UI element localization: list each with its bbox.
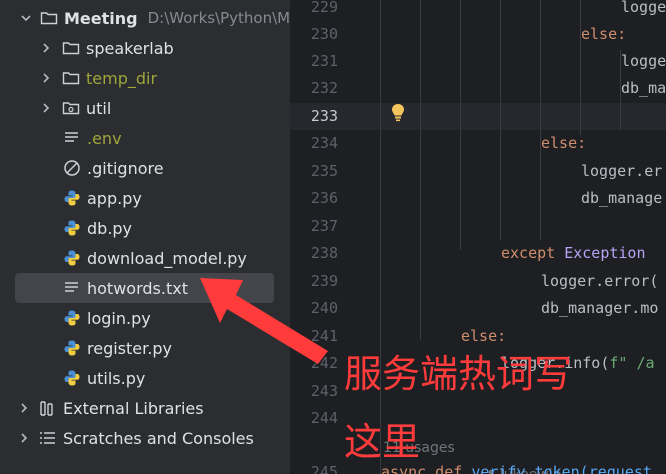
tree-label: utils.py — [87, 368, 146, 388]
code-line: else: — [581, 25, 627, 43]
code-editor[interactable]: 229 230 231 232 233 234 235 236 237 238 … — [290, 0, 666, 474]
folder-icon — [40, 9, 58, 27]
python-file-icon — [63, 249, 81, 267]
tree-label: Scratches and Consoles — [63, 428, 254, 448]
indent-guide — [540, 0, 541, 240]
text-file-icon — [63, 279, 81, 297]
chevron-right-icon[interactable] — [39, 41, 53, 55]
tree-label: .gitignore — [87, 158, 164, 178]
line-number: 232 — [310, 79, 338, 97]
folder-icon — [62, 69, 80, 87]
project-tree: Meeting D:\Works\Python\M speakerlab tem… — [0, 0, 290, 474]
tree-label: .env — [87, 128, 122, 148]
code-line: except Exception — [501, 244, 646, 262]
chevron-right-icon[interactable] — [17, 401, 31, 415]
current-line-highlight — [290, 103, 666, 130]
code-line: else: — [541, 134, 587, 152]
tree-label: speakerlab — [86, 38, 174, 58]
tree-label: temp_dir — [86, 68, 158, 88]
chevron-down-icon[interactable] — [19, 11, 33, 25]
annotation-text-line1: 服务端热词写 — [344, 352, 573, 396]
line-number: 236 — [310, 189, 338, 207]
tree-label: app.py — [87, 188, 142, 208]
package-folder-icon — [62, 99, 80, 117]
code-line: logger — [621, 0, 666, 16]
tree-file-download-model-py[interactable]: download_model.py — [0, 243, 290, 273]
tree-label: db.py — [87, 218, 133, 238]
tree-file-env[interactable]: .env — [0, 123, 290, 153]
tree-file-register-py[interactable]: register.py — [0, 333, 290, 363]
line-number: 237 — [310, 217, 338, 235]
line-number: 234 — [310, 134, 338, 152]
indent-guide — [460, 0, 461, 250]
folder-icon — [62, 39, 80, 57]
text-file-icon — [63, 129, 81, 147]
code-line: logger — [621, 52, 666, 70]
code-line: logger.error( — [541, 272, 659, 290]
ignore-file-icon — [63, 159, 81, 177]
tree-root-meeting[interactable]: Meeting D:\Works\Python\M — [0, 3, 290, 33]
code-line: logger.er — [581, 162, 663, 180]
tree-label: download_model.py — [87, 248, 247, 268]
line-number: 245 — [310, 463, 338, 474]
tree-label: External Libraries — [63, 398, 204, 418]
line-number: 238 — [310, 244, 338, 262]
tree-file-db-py[interactable]: db.py — [0, 213, 290, 243]
python-file-icon — [63, 309, 81, 327]
tree-folder-util[interactable]: util — [0, 93, 290, 123]
author-inlay-hint[interactable]: lukeewin — [468, 435, 562, 474]
code-line: db_manager.mo — [541, 299, 659, 317]
line-number: 242 — [310, 354, 338, 372]
annotation-text-line2: 这里 — [344, 420, 421, 464]
library-icon — [39, 399, 57, 417]
tree-file-app-py[interactable]: app.py — [0, 183, 290, 213]
code-line: else: — [461, 327, 507, 345]
scratches-icon — [39, 429, 57, 447]
tree-folder-speakerlab[interactable]: speakerlab — [0, 33, 290, 63]
line-number: 231 — [310, 52, 338, 70]
root-name: Meeting — [64, 8, 138, 28]
line-number: 241 — [310, 327, 338, 345]
line-number: 243 — [310, 382, 338, 400]
chevron-right-icon[interactable] — [39, 101, 53, 115]
indent-guide — [380, 0, 381, 474]
code-line: db_mana — [621, 79, 666, 97]
tree-label: login.py — [87, 308, 151, 328]
tree-file-login-py[interactable]: login.py — [0, 303, 290, 333]
python-file-icon — [63, 339, 81, 357]
python-file-icon — [63, 189, 81, 207]
chevron-right-icon[interactable] — [17, 431, 31, 445]
indent-guide — [420, 0, 421, 340]
python-file-icon — [63, 369, 81, 387]
line-number: 244 — [310, 409, 338, 427]
code-line: async def verify_token(request — [381, 463, 652, 474]
tree-file-hotwords-txt[interactable]: hotwords.txt — [15, 273, 274, 303]
tree-label: util — [86, 98, 112, 118]
line-number-current: 233 — [310, 107, 338, 125]
tree-label: hotwords.txt — [87, 278, 188, 298]
line-number: 239 — [310, 272, 338, 290]
tree-external-libraries[interactable]: External Libraries — [0, 393, 290, 423]
lightbulb-icon[interactable] — [390, 103, 406, 123]
chevron-right-icon[interactable] — [39, 71, 53, 85]
tree-file-utils-py[interactable]: utils.py — [0, 363, 290, 393]
tree-folder-temp-dir[interactable]: temp_dir — [0, 63, 290, 93]
tree-scratches-consoles[interactable]: Scratches and Consoles — [0, 423, 290, 453]
line-number: 229 — [310, 0, 338, 16]
code-line: db_manage — [581, 189, 663, 207]
tree-label: register.py — [87, 338, 172, 358]
line-number: 240 — [310, 299, 338, 317]
root-path: D:\Works\Python\M — [147, 9, 290, 27]
line-number: 230 — [310, 25, 338, 43]
indent-guide — [500, 0, 501, 240]
line-number: 235 — [310, 162, 338, 180]
tree-file-gitignore[interactable]: .gitignore — [0, 153, 290, 183]
python-file-icon — [63, 219, 81, 237]
